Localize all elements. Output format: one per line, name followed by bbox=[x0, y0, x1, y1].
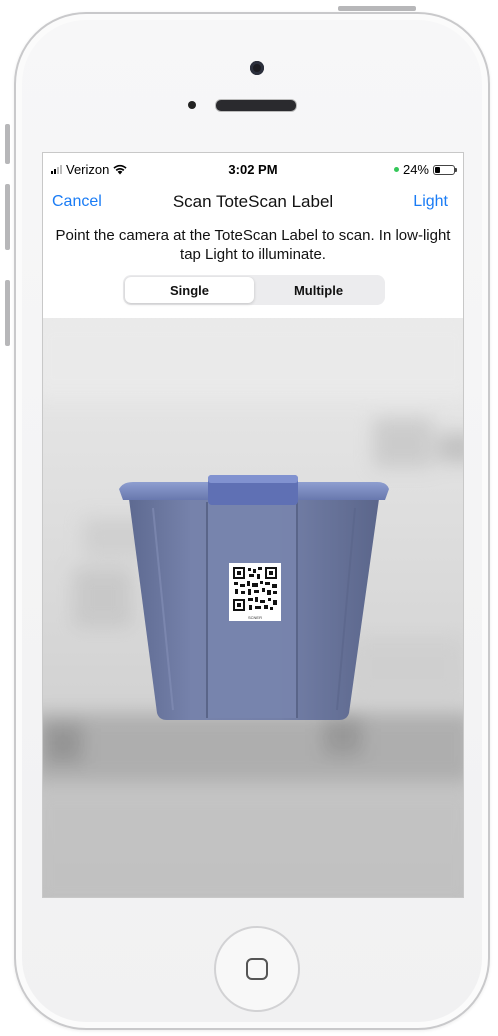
proximity-sensor bbox=[188, 101, 196, 109]
scan-instructions: Point the camera at the ToteScan Label t… bbox=[55, 227, 451, 263]
front-camera bbox=[250, 61, 264, 75]
camera-preview: SCNER bbox=[43, 318, 463, 897]
home-button[interactable] bbox=[214, 926, 300, 1012]
segment-single[interactable]: Single bbox=[125, 277, 254, 303]
qr-label-caption: SCNER bbox=[248, 615, 262, 620]
navigation-bar: Cancel Scan ToteScan Label Light bbox=[43, 189, 463, 217]
home-button-icon bbox=[246, 958, 268, 980]
volume-down-button bbox=[5, 280, 10, 346]
scan-mode-segmented-control: Single Multiple bbox=[123, 275, 385, 305]
mute-switch bbox=[5, 124, 10, 164]
status-bar: Verizon 3:02 PM 24% bbox=[43, 153, 463, 187]
battery-percent: 24% bbox=[402, 162, 429, 177]
page-title: Scan ToteScan Label bbox=[172, 192, 334, 211]
segment-multiple[interactable]: Multiple bbox=[254, 277, 383, 303]
charging-dot-icon bbox=[393, 167, 399, 172]
earpiece-speaker bbox=[215, 99, 297, 112]
camera-feed-image: SCNER bbox=[43, 318, 463, 897]
battery-icon bbox=[433, 164, 457, 175]
app-screen: Verizon 3:02 PM 24% Cancel Scan ToteScan… bbox=[42, 152, 464, 898]
volume-up-button bbox=[5, 184, 10, 250]
power-button bbox=[338, 6, 416, 11]
light-button[interactable]: Light bbox=[413, 193, 448, 211]
